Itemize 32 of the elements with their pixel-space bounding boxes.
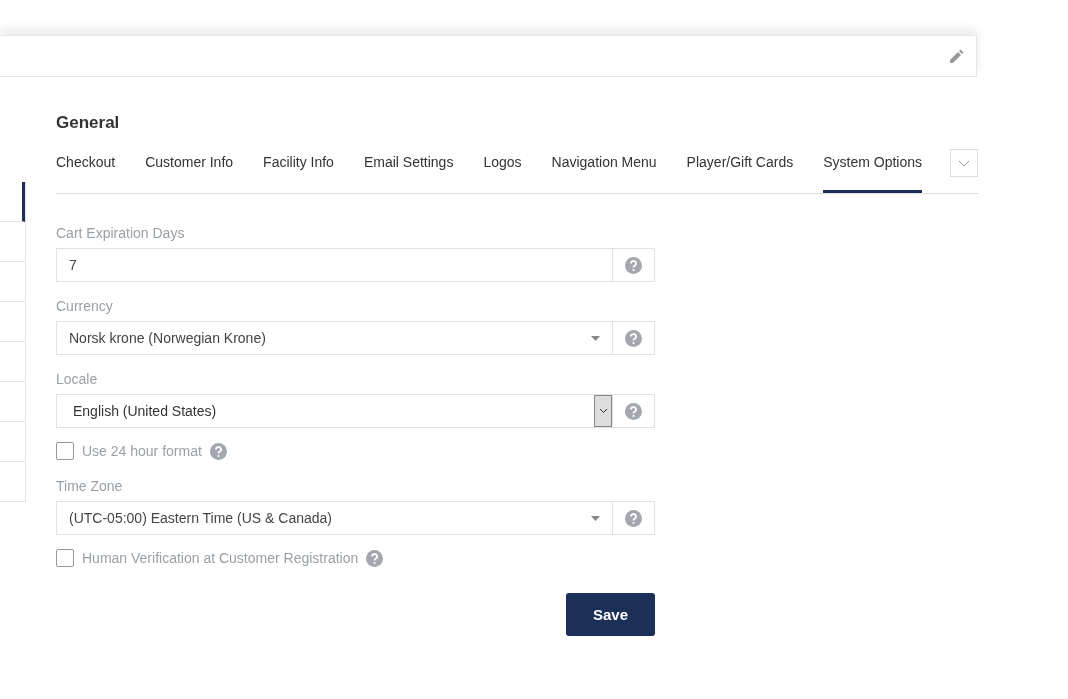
more-tabs-button[interactable]	[950, 149, 978, 177]
checkbox-label: Human Verification at Customer Registration	[82, 550, 359, 566]
help-icon[interactable]	[366, 549, 384, 567]
section-title: General	[56, 113, 121, 134]
tab[interactable]: Email Settings	[363, 154, 454, 193]
help-icon[interactable]	[209, 442, 227, 460]
help-icon[interactable]	[625, 329, 642, 347]
caret-icon	[591, 335, 600, 341]
help-icon[interactable]	[625, 509, 642, 527]
caret-icon	[591, 515, 600, 521]
tab[interactable]: Logos	[483, 154, 522, 193]
checkbox[interactable]	[56, 549, 74, 567]
checkbox[interactable]	[56, 442, 74, 460]
chevron-down-icon	[598, 408, 608, 414]
dropdown-button[interactable]	[594, 395, 612, 427]
chevron-down-icon	[958, 159, 970, 167]
field-label: Cart Expiration Days	[56, 225, 186, 241]
pencil-icon[interactable]	[950, 49, 964, 63]
tab[interactable]: System Options	[823, 154, 923, 193]
save-button[interactable]: Save	[566, 593, 655, 636]
help-icon[interactable]	[625, 256, 642, 274]
sidebar-item[interactable]	[0, 182, 25, 222]
tab[interactable]: Facility Info	[263, 154, 334, 193]
field-label: Locale	[56, 371, 99, 387]
field-label: Currency	[56, 298, 114, 314]
field-label: Time Zone	[56, 478, 124, 494]
checkbox-label: Use 24 hour format	[82, 443, 202, 459]
tab[interactable]: Customer Info	[145, 154, 234, 193]
tab[interactable]: Navigation Menu	[551, 154, 657, 193]
tab[interactable]: Checkout	[56, 154, 116, 193]
tab[interactable]: Player/Gift Cards	[686, 154, 794, 193]
help-icon[interactable]	[625, 402, 642, 420]
